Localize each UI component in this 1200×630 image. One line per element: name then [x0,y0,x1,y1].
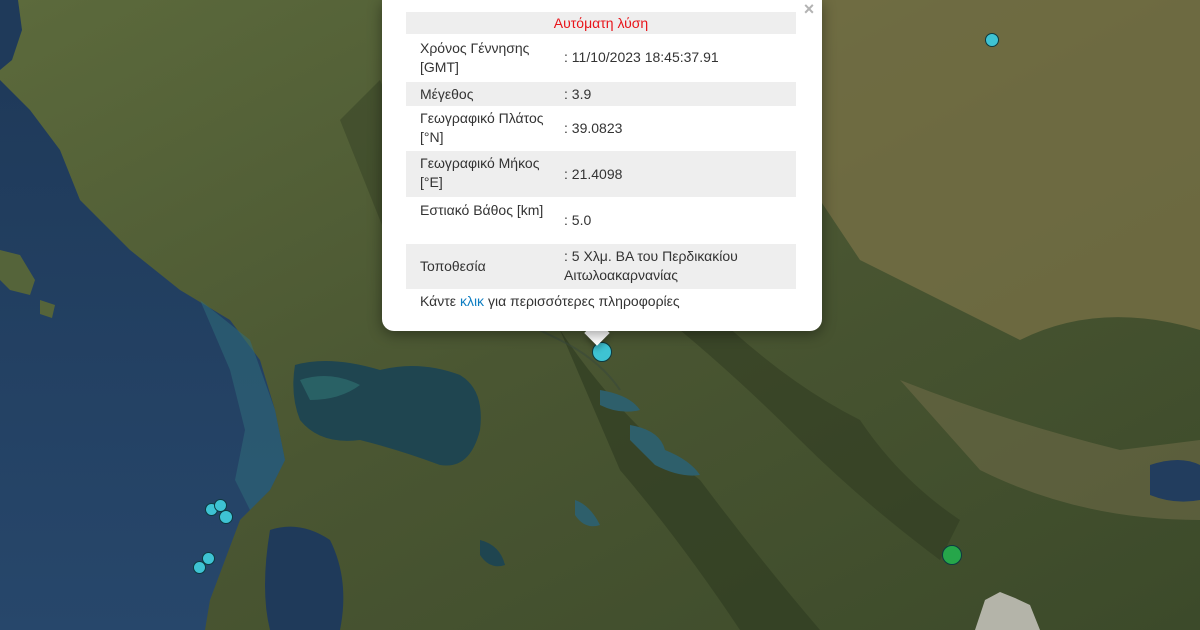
more-info-line: Κάντε κλικ για περισσότερες πληροφορίες [420,292,800,311]
popup-title: Αυτόματη λύση [406,12,796,34]
row-label: Μέγεθος [420,86,474,102]
row-label: Γεωγραφικό Πλάτος [°N] [420,110,544,145]
close-button[interactable]: × [800,0,818,18]
epicenter-marker[interactable] [985,33,999,47]
row-value: : 3.9 [564,86,592,102]
more-info-link[interactable]: κλικ [460,293,484,309]
row-value: : 21.4098 [564,166,623,182]
footer-prefix: Κάντε [420,293,457,309]
lake-east [1150,460,1200,502]
row-origin-time: Χρόνος Γέννησης [GMT] : 11/10/2023 18:45… [406,36,796,80]
row-longitude: Γεωγραφικό Μήκος [°E] : 21.4098 [406,151,796,197]
row-value: : 11/10/2023 18:45:37.91 [564,49,719,65]
row-label: Γεωγραφικό Μήκος [°E] [420,155,540,190]
row-magnitude: Μέγεθος : 3.9 [406,82,796,106]
epicenter-marker[interactable] [219,510,233,524]
selected-epicenter-marker[interactable] [592,342,612,362]
row-value: : 5 Χλμ. ΒΑ του Περδικακίου Αιτωλοακαρνα… [564,248,738,283]
row-depth: Εστιακό Βάθος [km] : 5.0 [406,198,796,242]
row-label: Χρόνος Γέννησης [GMT] [420,40,530,75]
row-location: Τοποθεσία : 5 Χλμ. ΒΑ του Περδικακίου Αι… [406,244,796,289]
row-label: Τοποθεσία [420,258,486,274]
footer-suffix: για περισσότερες πληροφορίες [487,293,680,309]
epicenter-marker[interactable] [193,561,206,574]
row-value: : 39.0823 [564,120,623,136]
epicenter-marker-green[interactable] [942,545,962,565]
row-label: Εστιακό Βάθος [km] [420,202,544,218]
row-latitude: Γεωγραφικό Πλάτος [°N] : 39.0823 [406,106,796,150]
row-value: : 5.0 [564,212,592,228]
